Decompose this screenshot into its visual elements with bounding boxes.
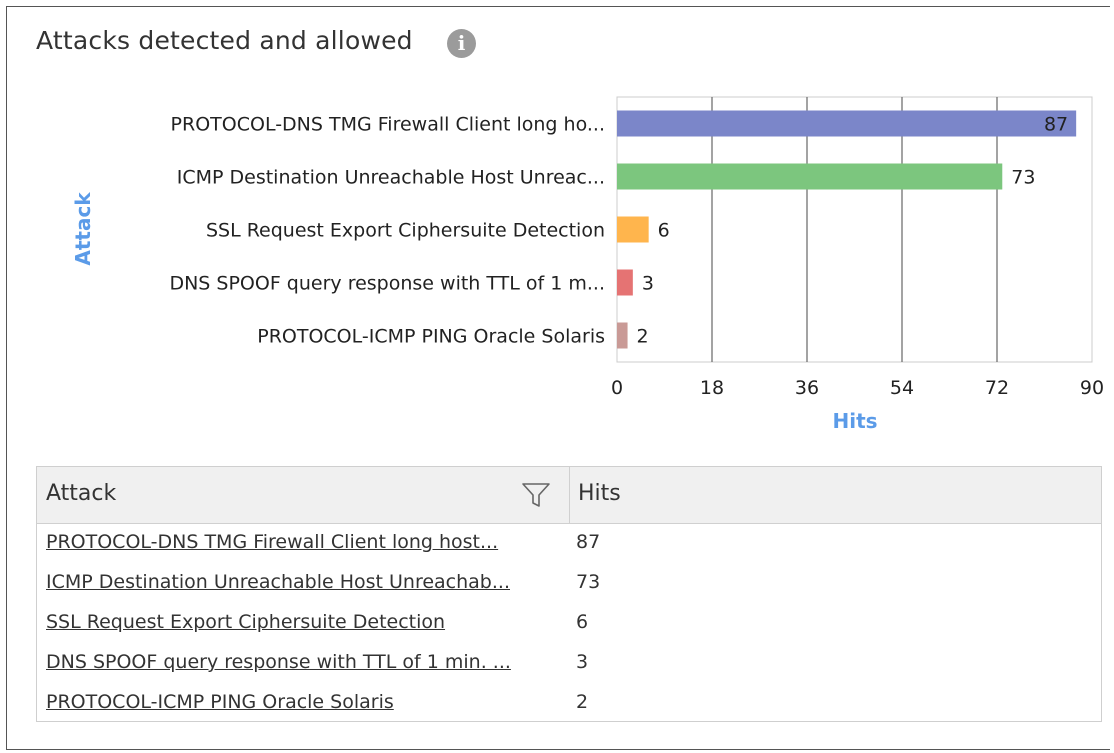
- x-tick-label: 90: [1080, 377, 1104, 399]
- table-header: Attack Hits: [37, 467, 1101, 524]
- attack-link[interactable]: DNS SPOOF query response with TTL of 1 m…: [46, 651, 558, 673]
- y-axis-title: Attack: [71, 192, 95, 266]
- hits-value: 73: [576, 571, 601, 593]
- column-header-attack[interactable]: Attack: [46, 481, 116, 506]
- bar-value-label: 73: [1011, 167, 1035, 189]
- bar-value-label: 87: [1044, 114, 1068, 136]
- hits-value: 87: [576, 531, 601, 553]
- bar-value-label: 2: [637, 326, 649, 348]
- table-row: PROTOCOL-ICMP PING Oracle Solaris 2: [37, 685, 1101, 725]
- category-label: PROTOCOL-ICMP PING Oracle Solaris: [257, 326, 605, 348]
- bar: [617, 110, 1077, 137]
- x-tick-label: 0: [611, 377, 623, 399]
- hits-value: 3: [576, 651, 589, 673]
- table-row: DNS SPOOF query response with TTL of 1 m…: [37, 645, 1101, 685]
- bar-value-label: 3: [642, 273, 654, 295]
- column-separator: [569, 467, 570, 523]
- category-label: SSL Request Export Ciphersuite Detection: [206, 220, 605, 242]
- table-row: SSL Request Export Ciphersuite Detection…: [37, 605, 1101, 645]
- attacks-table: Attack Hits PROTOCOL-DNS TMG Firewall Cl…: [36, 466, 1102, 722]
- bar: [617, 163, 1003, 190]
- x-tick-label: 18: [700, 377, 724, 399]
- hits-value: 6: [576, 611, 589, 633]
- attack-link[interactable]: SSL Request Export Ciphersuite Detection: [46, 611, 558, 633]
- table-row: ICMP Destination Unreachable Host Unreac…: [37, 565, 1101, 605]
- category-label: DNS SPOOF query response with TTL of 1 m…: [169, 273, 605, 295]
- attack-link[interactable]: PROTOCOL-ICMP PING Oracle Solaris: [46, 691, 558, 713]
- plot-frame: [616, 96, 1093, 363]
- attacks-bar-chart: 0 18 36 54 72 90PROTOCOL-DNS TMG Firewall Cli…: [71, 96, 1104, 433]
- x-tick-label: 54: [890, 377, 914, 399]
- x-tick-label: 36: [795, 377, 819, 399]
- bar: [617, 216, 649, 243]
- category-label: ICMP Destination Unreachable Host Unreac…: [177, 167, 605, 189]
- category-label: PROTOCOL-DNS TMG Firewall Client long ho…: [171, 114, 605, 136]
- filter-icon[interactable]: [521, 481, 551, 509]
- table-row: PROTOCOL-DNS TMG Firewall Client long ho…: [37, 525, 1101, 565]
- x-axis-title: Hits: [832, 409, 877, 433]
- attack-link[interactable]: PROTOCOL-DNS TMG Firewall Client long ho…: [46, 531, 558, 553]
- bar: [617, 322, 628, 349]
- column-header-hits[interactable]: Hits: [578, 481, 621, 506]
- attack-link[interactable]: ICMP Destination Unreachable Host Unreac…: [46, 571, 558, 593]
- bar-value-label: 6: [658, 220, 670, 242]
- hits-value: 2: [576, 691, 589, 713]
- x-tick-label: 72: [985, 377, 1009, 399]
- bar: [617, 269, 633, 296]
